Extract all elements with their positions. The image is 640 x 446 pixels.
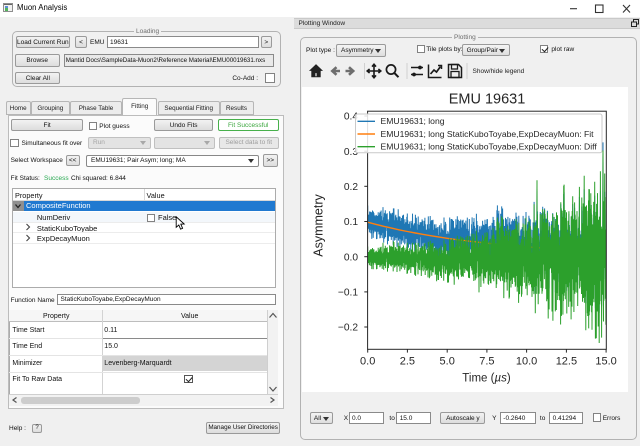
svg-text:15.0: 15.0 [595, 356, 616, 368]
svg-text:5.0: 5.0 [440, 356, 455, 368]
svg-text:0.0: 0.0 [360, 356, 375, 368]
svg-text:0.1: 0.1 [344, 217, 358, 228]
svg-text:Asymmetry: Asymmetry [312, 194, 326, 257]
svg-text:EMU 19631: EMU 19631 [449, 92, 526, 108]
svg-text:−0.1: −0.1 [338, 288, 358, 299]
svg-text:0.2: 0.2 [344, 182, 358, 193]
svg-text:Time (µs): Time (µs) [462, 373, 511, 385]
svg-text:0.0: 0.0 [344, 252, 358, 263]
svg-text:EMU19631; long StaticKuboToyab: EMU19631; long StaticKuboToyabe,ExpDecay… [381, 142, 598, 152]
svg-text:10.0: 10.0 [516, 356, 537, 368]
svg-text:EMU19631; long StaticKuboToyab: EMU19631; long StaticKuboToyabe,ExpDecay… [381, 129, 595, 139]
svg-text:7.5: 7.5 [479, 356, 494, 368]
svg-text:EMU19631; long: EMU19631; long [381, 116, 445, 126]
svg-text:12.5: 12.5 [556, 356, 577, 368]
svg-text:−0.2: −0.2 [338, 323, 358, 334]
svg-text:2.5: 2.5 [400, 356, 415, 368]
